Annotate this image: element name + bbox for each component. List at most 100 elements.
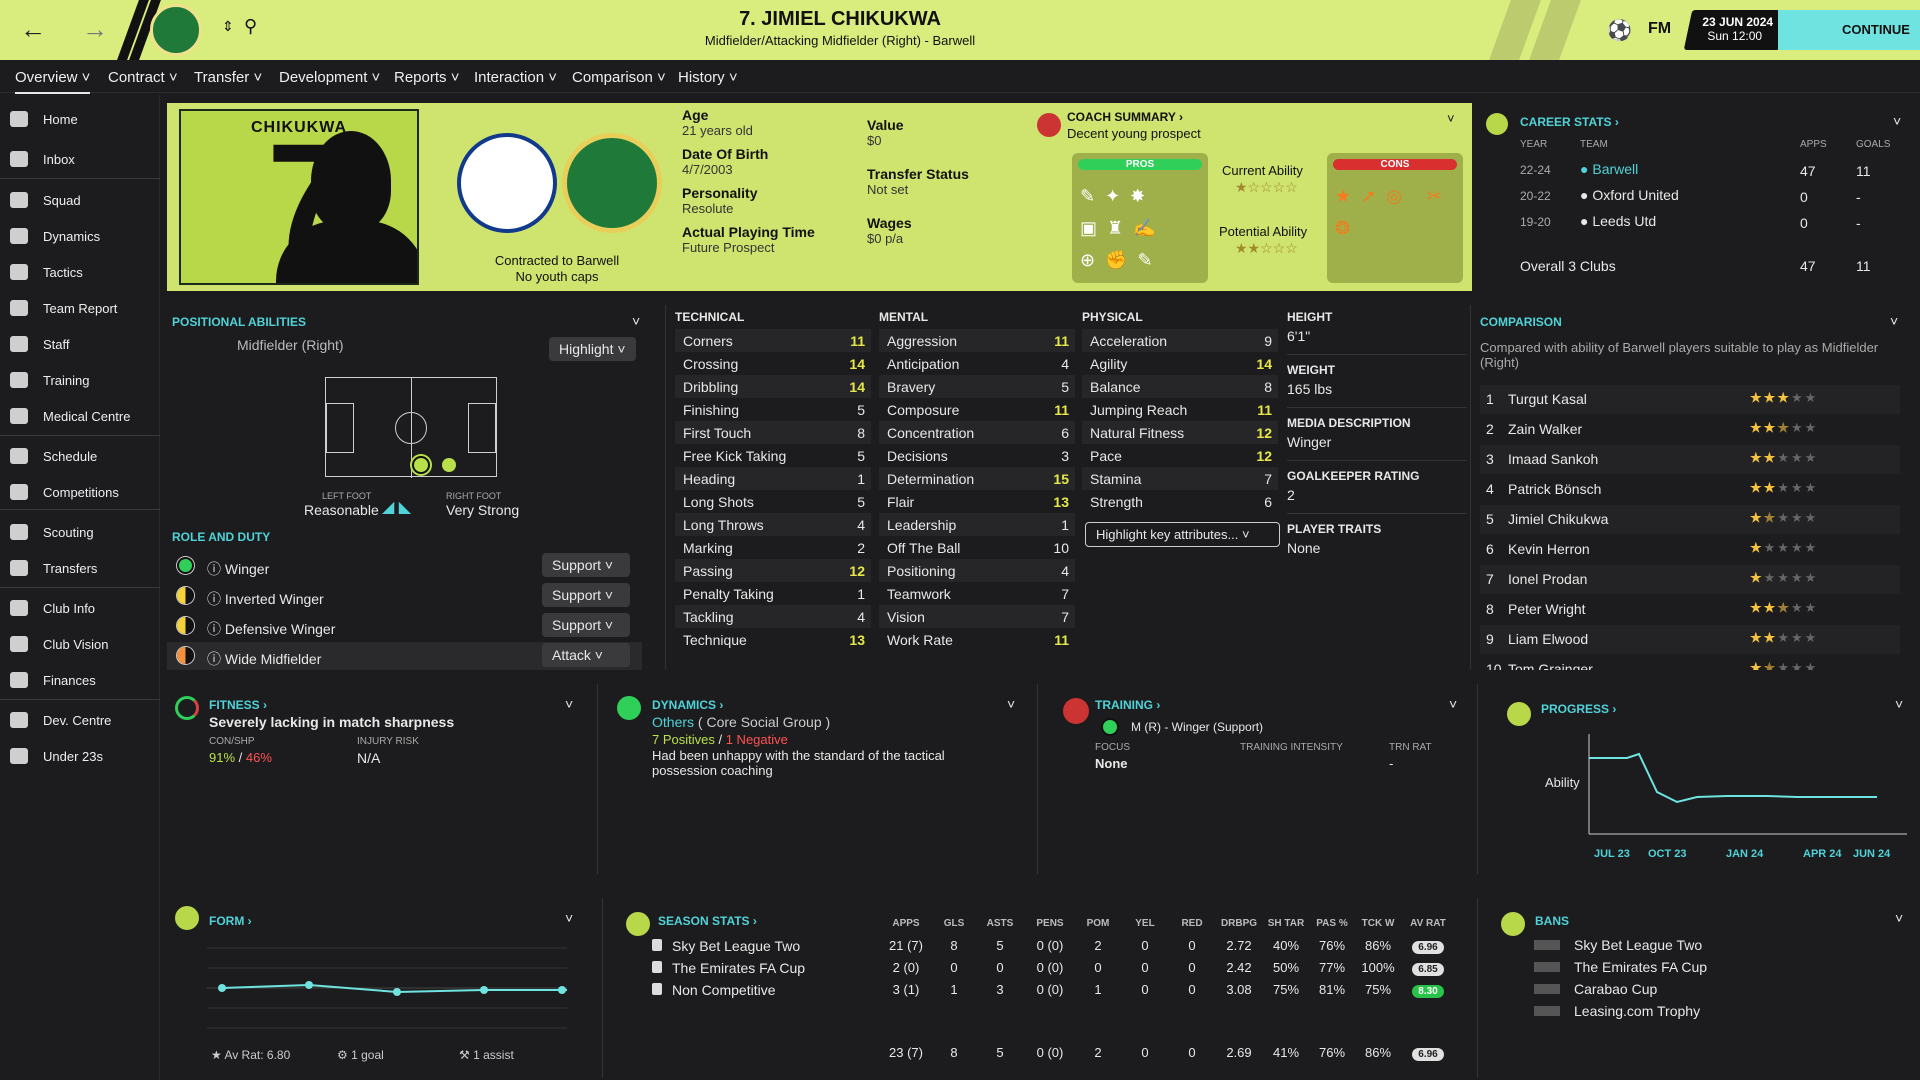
sidebar-item-squad[interactable]: Squad	[0, 186, 160, 216]
menu-contract[interactable]: Contract ˅	[108, 69, 178, 86]
menu-development[interactable]: Development ˅	[279, 69, 380, 86]
social-group[interactable]: Others	[652, 714, 694, 730]
sidebar-item-tactics[interactable]: Tactics	[0, 258, 160, 288]
comparison-row[interactable]: 5 Jimiel Chikukwa ★★★★★	[1480, 505, 1900, 534]
attribute-row[interactable]: Determination 15	[879, 467, 1075, 490]
attribute-row[interactable]: Penalty Taking 1	[675, 582, 871, 605]
season-competition[interactable]: The Emirates FA Cup	[652, 960, 805, 976]
attribute-row[interactable]: Natural Fitness 12	[1082, 421, 1278, 444]
attribute-row[interactable]: Corners 11	[675, 329, 871, 352]
duty-dropdown[interactable]: Support ˅	[542, 613, 630, 637]
menu-reports[interactable]: Reports ˅	[394, 69, 459, 86]
duty-dropdown[interactable]: Support ˅	[542, 583, 630, 607]
chevron-down-icon[interactable]: ˅	[565, 696, 573, 712]
attribute-row[interactable]: Heading 1	[675, 467, 871, 490]
attribute-row[interactable]: Technique 13	[675, 628, 871, 651]
coach-summary-title[interactable]: COACH SUMMARY ›	[1067, 110, 1183, 124]
attribute-row[interactable]: Concentration 6	[879, 421, 1075, 444]
form-title[interactable]: FORM ›	[209, 914, 252, 928]
sidebar-item-training[interactable]: Training	[0, 366, 160, 396]
attribute-row[interactable]: Tackling 4	[675, 605, 871, 628]
chevron-down-icon[interactable]: ˅	[565, 910, 573, 926]
sidebar-item-dynamics[interactable]: Dynamics	[0, 222, 160, 252]
attribute-row[interactable]: Strength 6	[1082, 490, 1278, 513]
attribute-row[interactable]: Vision 7	[879, 605, 1075, 628]
sidebar-item-scouting[interactable]: Scouting	[0, 518, 160, 548]
comparison-row[interactable]: 10 Tom Grainger ★★★★★	[1480, 655, 1900, 670]
duty-dropdown[interactable]: Support ˅	[542, 553, 630, 577]
dynamics-title[interactable]: DYNAMICS ›	[652, 698, 723, 712]
role-inverted-winger[interactable]: ⓘ Inverted Winger	[207, 589, 324, 609]
role-wide-midfielder[interactable]: ⓘ Wide Midfielder	[207, 649, 321, 669]
comparison-row[interactable]: 9 Liam Elwood ★★★★★	[1480, 625, 1900, 654]
forward-arrow-icon[interactable]: →	[82, 14, 108, 45]
menu-comparison[interactable]: Comparison ˅	[572, 69, 666, 86]
comparison-row[interactable]: 2 Zain Walker ★★★★★	[1480, 415, 1900, 444]
chevron-down-icon[interactable]: ˅	[1449, 696, 1457, 712]
attribute-row[interactable]: Decisions 3	[879, 444, 1075, 467]
club-crest-icon[interactable]	[150, 4, 202, 56]
attribute-row[interactable]: Crossing 14	[675, 352, 871, 375]
menu-history[interactable]: History ˅	[678, 69, 738, 86]
comparison-row[interactable]: 3 Imaad Sankoh ★★★★★	[1480, 445, 1900, 474]
continue-button[interactable]: CONTINUE ➜	[1778, 10, 1920, 77]
sidebar-item-club-info[interactable]: Club Info	[0, 594, 160, 624]
attribute-row[interactable]: Dribbling 14	[675, 375, 871, 398]
menu-interaction[interactable]: Interaction ˅	[474, 69, 557, 86]
attribute-row[interactable]: Work Rate 11	[879, 628, 1075, 651]
attribute-row[interactable]: Long Shots 5	[675, 490, 871, 513]
attribute-row[interactable]: Stamina 7	[1082, 467, 1278, 490]
sidebar-item-finances[interactable]: Finances	[0, 666, 160, 696]
attribute-row[interactable]: Bravery 5	[879, 375, 1075, 398]
attribute-row[interactable]: Acceleration 9	[1082, 329, 1278, 352]
comparison-row[interactable]: 8 Peter Wright ★★★★★	[1480, 595, 1900, 624]
sidebar-item-transfers[interactable]: Transfers	[0, 554, 160, 584]
menu-overview[interactable]: Overview ˅	[15, 69, 91, 94]
chevron-down-icon[interactable]: ˅	[1890, 313, 1898, 329]
attribute-row[interactable]: Finishing 5	[675, 398, 871, 421]
progress-title[interactable]: PROGRESS ›	[1541, 702, 1616, 716]
attribute-row[interactable]: Composure 11	[879, 398, 1075, 421]
sidebar-item-home[interactable]: Home	[0, 105, 160, 135]
sidebar-item-competitions[interactable]: Competitions	[0, 478, 160, 508]
sidebar-item-schedule[interactable]: Schedule	[0, 442, 160, 472]
attribute-row[interactable]: Teamwork 7	[879, 582, 1075, 605]
nation-crest-icon[interactable]	[457, 133, 557, 233]
attribute-row[interactable]: Flair 13	[879, 490, 1075, 513]
sidebar-item-dev-centre[interactable]: Dev. Centre	[0, 706, 160, 736]
career-team-barwell[interactable]: ● Barwell	[1580, 161, 1638, 177]
comparison-row[interactable]: 6 Kevin Herron ★★★★★	[1480, 535, 1900, 564]
duty-dropdown[interactable]: Attack ˅	[542, 643, 630, 667]
chevron-down-icon[interactable]: ˅	[1895, 696, 1903, 712]
sidebar-item-medical[interactable]: Medical Centre	[0, 402, 160, 432]
sidebar-item-inbox[interactable]: Inbox	[0, 145, 160, 175]
attribute-row[interactable]: Passing 12	[675, 559, 871, 582]
updown-icon[interactable]: ⇕	[222, 18, 234, 35]
attribute-row[interactable]: Positioning 4	[879, 559, 1075, 582]
globe-icon[interactable]: ⚽	[1607, 18, 1632, 43]
training-role[interactable]: M (R) - Winger (Support)	[1131, 720, 1263, 734]
attribute-row[interactable]: Balance 8	[1082, 375, 1278, 398]
back-arrow-icon[interactable]: ←	[20, 14, 46, 45]
attribute-row[interactable]: Aggression 11	[879, 329, 1075, 352]
attribute-row[interactable]: Jumping Reach 11	[1082, 398, 1278, 421]
menu-transfer[interactable]: Transfer ˅	[194, 69, 262, 86]
sidebar-item-team-report[interactable]: Team Report	[0, 294, 160, 324]
chevron-down-icon[interactable]: ˅	[632, 313, 640, 329]
attribute-row[interactable]: Off The Ball 10	[879, 536, 1075, 559]
career-stats-title[interactable]: CAREER STATS ›	[1520, 115, 1619, 129]
search-icon[interactable]: ⚲	[244, 16, 257, 37]
sidebar-item-club-vision[interactable]: Club Vision	[0, 630, 160, 660]
attribute-row[interactable]: Leadership 1	[879, 513, 1075, 536]
comparison-row[interactable]: 1 Turgut Kasal ★★★★★	[1480, 385, 1900, 414]
chevron-down-icon[interactable]: ˅	[1007, 696, 1015, 712]
attribute-row[interactable]: Anticipation 4	[879, 352, 1075, 375]
highlight-dropdown[interactable]: Highlight ˅	[549, 337, 636, 361]
club-badge-icon[interactable]	[562, 133, 662, 233]
attribute-row[interactable]: Pace 12	[1082, 444, 1278, 467]
season-competition[interactable]: Non Competitive	[652, 982, 776, 998]
date-box[interactable]: 23 JUN 2024 Sun 12:00	[1683, 10, 1789, 50]
attribute-row[interactable]: First Touch 8	[675, 421, 871, 444]
attribute-row[interactable]: Agility 14	[1082, 352, 1278, 375]
season-competition[interactable]: Sky Bet League Two	[652, 938, 800, 954]
